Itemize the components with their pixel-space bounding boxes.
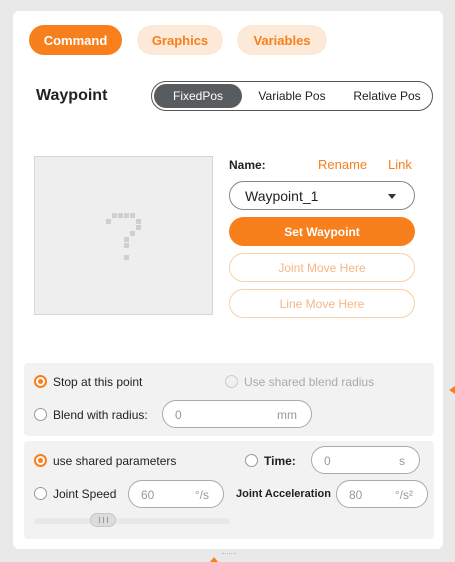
position-mode-segmented: FixedPos Variable Pos Relative Pos [151, 81, 433, 111]
tab-command[interactable]: Command [29, 25, 122, 55]
blend-radius-radio[interactable] [34, 408, 47, 421]
blend-radius-value: 0 [175, 408, 182, 422]
set-waypoint-button[interactable]: Set Waypoint [229, 217, 415, 246]
expand-left-arrow-icon[interactable] [449, 386, 455, 394]
speed-slider-handle[interactable] [90, 513, 116, 527]
joint-speed-unit: °/s [194, 488, 209, 502]
link-link[interactable]: Link [388, 157, 412, 172]
time-input[interactable]: 0 s [311, 446, 420, 474]
parameters-section: use shared parameters Time: 0 s Joint Sp… [24, 441, 434, 539]
joint-acceleration-input[interactable]: 80 °/s² [336, 480, 428, 508]
time-label: Time: [264, 454, 296, 468]
joint-acceleration-unit: °/s² [394, 488, 413, 502]
segment-variable-pos[interactable]: Variable Pos [249, 89, 335, 103]
segment-fixedpos[interactable]: FixedPos [154, 84, 242, 108]
joint-speed-value: 60 [141, 488, 155, 502]
joint-acceleration-label: Joint Acceleration [236, 488, 331, 500]
speed-slider-track[interactable] [34, 518, 230, 524]
blend-radius-label: Blend with radius: [53, 408, 148, 422]
joint-speed-label: Joint Speed [53, 487, 117, 501]
rename-link[interactable]: Rename [318, 157, 367, 172]
time-value: 0 [324, 454, 331, 468]
waypoint-name-select[interactable]: Waypoint_1 [229, 181, 415, 210]
waypoint-name-value: Waypoint_1 [245, 187, 319, 204]
waypoint-panel: Command Graphics Variables Waypoint Fixe… [13, 11, 443, 549]
blend-radius-unit: mm [277, 408, 297, 422]
line-move-here-button[interactable]: Line Move Here [229, 289, 415, 318]
shared-blend-radio[interactable] [225, 375, 238, 388]
time-unit: s [399, 454, 405, 468]
segment-relative-pos[interactable]: Relative Pos [342, 89, 432, 103]
time-radio[interactable] [245, 454, 258, 467]
tab-variables[interactable]: Variables [237, 25, 327, 55]
stop-at-point-label: Stop at this point [53, 375, 143, 389]
shared-parameters-label: use shared parameters [53, 454, 177, 468]
joint-acceleration-value: 80 [349, 488, 363, 502]
blend-section: Stop at this point Use shared blend radi… [24, 363, 434, 436]
chevron-down-icon [388, 194, 396, 199]
tab-graphics[interactable]: Graphics [137, 25, 223, 55]
page-title: Waypoint [36, 87, 108, 104]
joint-speed-input[interactable]: 60 °/s [128, 480, 224, 508]
shared-blend-label: Use shared blend radius [244, 375, 375, 389]
joint-move-here-button[interactable]: Joint Move Here [229, 253, 415, 282]
blend-radius-input[interactable]: 0 mm [162, 400, 312, 428]
name-label: Name: [229, 158, 266, 172]
joint-speed-radio[interactable] [34, 487, 47, 500]
expand-up-arrow-icon[interactable] [210, 557, 218, 562]
shared-parameters-radio[interactable] [34, 454, 47, 467]
waypoint-preview [34, 156, 213, 315]
resize-grip-icon[interactable] [222, 553, 236, 555]
stop-at-point-radio[interactable] [34, 375, 47, 388]
